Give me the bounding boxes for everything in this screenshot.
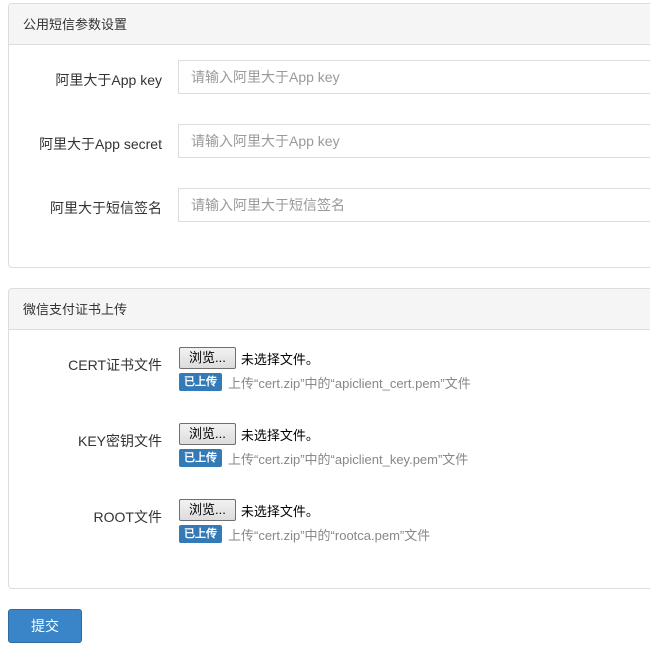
app-key-input[interactable] [178,60,650,94]
key-hint: 已上传 上传“cert.zip”中的“apiclient_key.pem”文件 [179,449,468,467]
cert-browse-button[interactable]: 浏览... [179,347,236,369]
app-key-label: 阿里大于App key [55,72,162,88]
root-uploaded-badge: 已上传 [179,525,222,543]
cert-no-file-text: 未选择文件。 [240,351,319,367]
sms-signature-label: 阿里大于短信签名 [50,200,162,216]
key-file-label: KEY密钥文件 [77,433,162,449]
submit-button[interactable]: 提交 [8,609,82,643]
root-file-input[interactable]: 浏览... 未选择文件。 [179,499,319,521]
app-secret-label: 阿里大于App secret [39,136,162,152]
sms-signature-input[interactable] [178,188,650,222]
root-no-file-text: 未选择文件。 [240,503,319,519]
key-no-file-text: 未选择文件。 [240,427,319,443]
root-browse-button[interactable]: 浏览... [179,499,236,521]
app-secret-input[interactable] [178,124,650,158]
cert-hint-text: 上传“cert.zip”中的“apiclient_cert.pem”文件 [228,375,471,391]
sms-settings-panel: 公用短信参数设置 阿里大于App key 阿里大于App secret 阿里大于… [8,3,650,268]
cert-upload-panel: 微信支付证书上传 CERT证书文件 浏览... 未选择文件。 已上传 上传“ce… [8,288,650,589]
cert-upload-title: 微信支付证书上传 [9,289,650,330]
cert-file-label: CERT证书文件 [68,357,162,373]
root-hint-text: 上传“cert.zip”中的“rootca.pem”文件 [228,527,431,543]
key-uploaded-badge: 已上传 [179,449,222,467]
root-hint: 已上传 上传“cert.zip”中的“rootca.pem”文件 [179,525,430,543]
key-browse-button[interactable]: 浏览... [179,423,236,445]
key-file-input[interactable]: 浏览... 未选择文件。 [179,423,319,445]
cert-file-input[interactable]: 浏览... 未选择文件。 [179,347,319,369]
sms-settings-title: 公用短信参数设置 [9,4,650,45]
cert-hint: 已上传 上传“cert.zip”中的“apiclient_cert.pem”文件 [179,373,471,391]
cert-uploaded-badge: 已上传 [179,373,222,391]
root-file-label: ROOT文件 [93,509,162,525]
key-hint-text: 上传“cert.zip”中的“apiclient_key.pem”文件 [228,451,469,467]
